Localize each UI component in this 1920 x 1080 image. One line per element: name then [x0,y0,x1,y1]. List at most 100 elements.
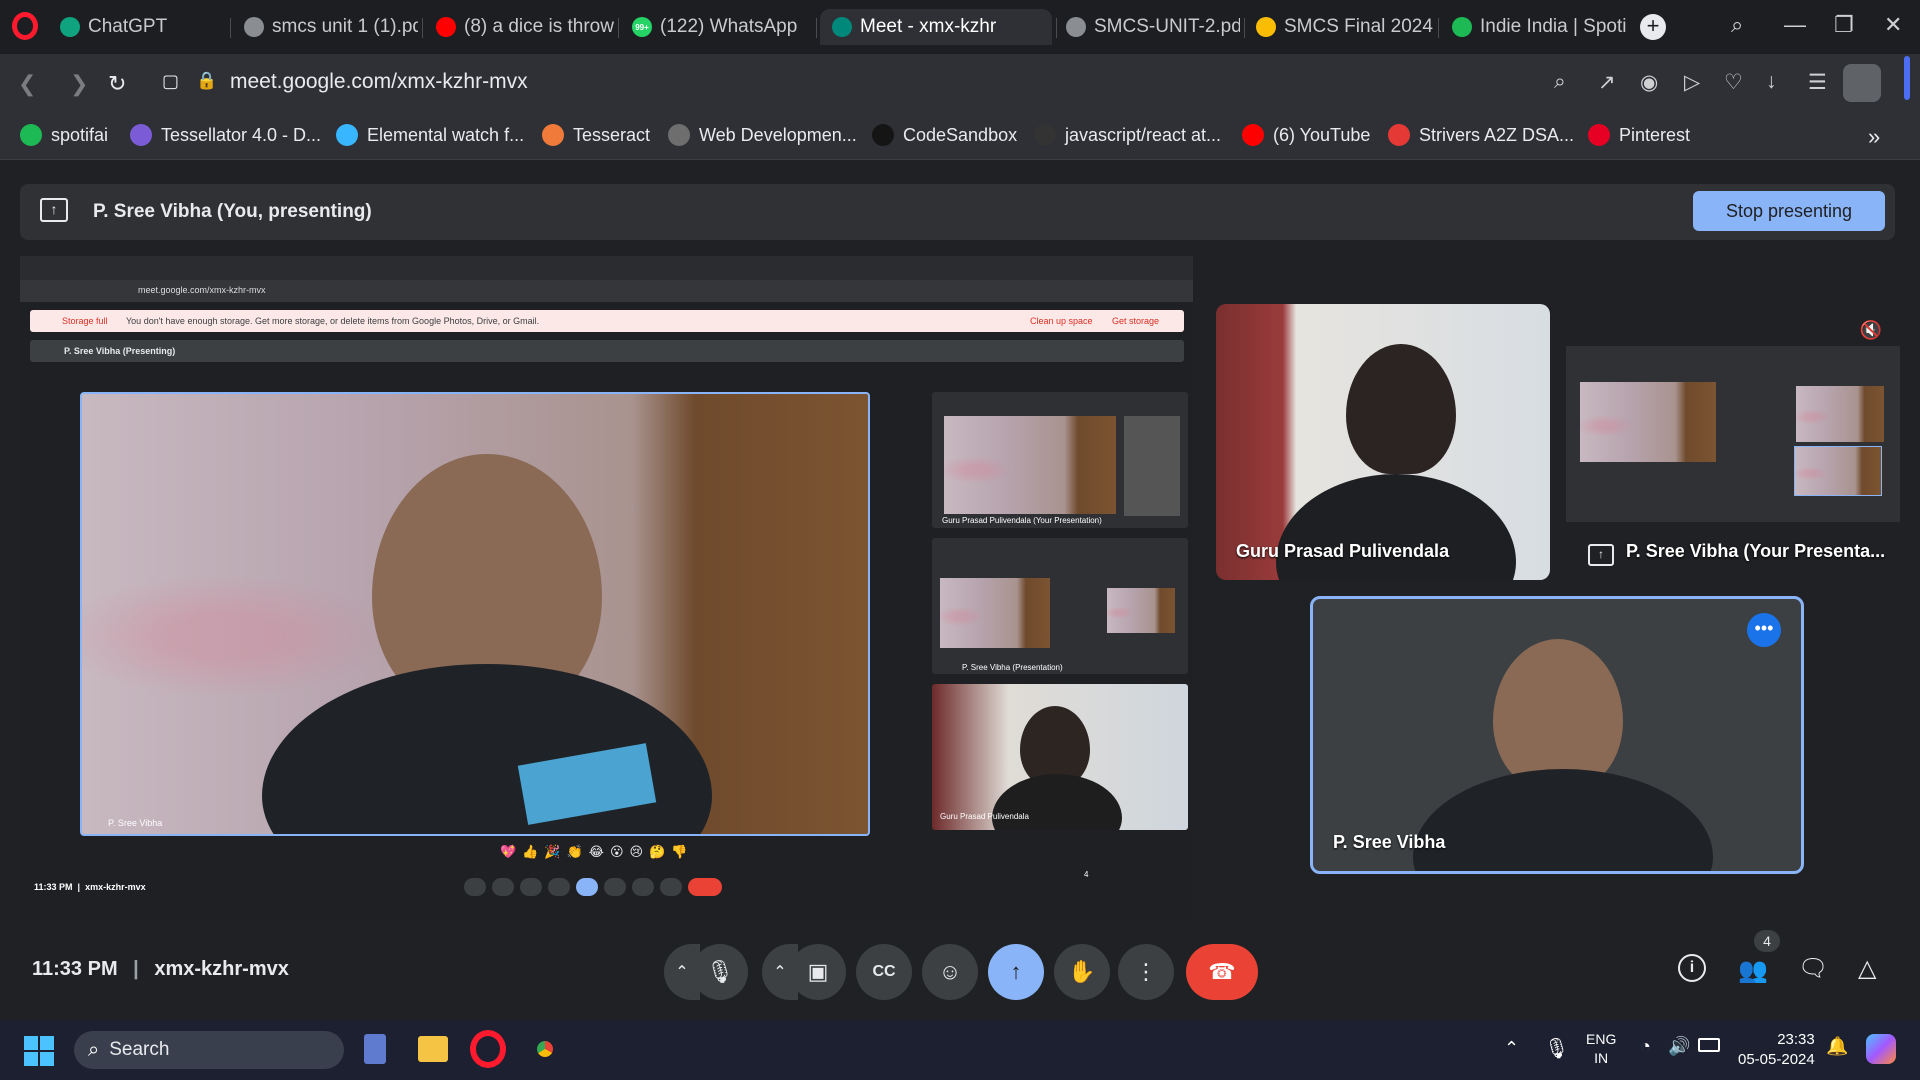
chrome-taskbar-icon[interactable] [528,1032,562,1066]
participant-tile-guru[interactable]: Guru Prasad Pulivendala [1216,304,1550,580]
search-tabs-icon[interactable]: ⌕ [1731,12,1743,38]
tab-2[interactable]: (8) a dice is throw [424,9,614,45]
notification-bell-icon[interactable]: 🔔 [1826,1036,1848,1057]
tray-chevron-icon[interactable]: ⌃ [1504,1038,1519,1059]
captions-button[interactable]: CC [856,944,912,1000]
forward-icon[interactable]: ❯ [70,71,88,97]
back-icon[interactable]: ❮ [18,71,36,97]
emoji-reactions-button[interactable]: ☺ [922,944,978,1000]
bookmark-5[interactable]: CodeSandbox [872,124,1017,146]
battery-icon[interactable] [1698,1038,1720,1052]
shared-presenting-label: P. Sree Vibha (Presenting) [64,346,176,356]
tab-title: Indie India | Spoti [1480,16,1627,37]
file-explorer-icon[interactable] [418,1036,448,1062]
more-options-icon[interactable]: ••• [1747,613,1781,647]
clean-up-link[interactable]: Clean up space [1030,316,1093,326]
reaction-emoji[interactable]: 😢 [630,844,644,864]
heart-icon[interactable]: ♡ [1724,70,1743,95]
shared-addressbar: meet.google.com/xmx-kzhr-mvx [20,280,1193,302]
lock-icon[interactable]: 🔒 [196,71,217,91]
bookmark-icon [130,124,152,146]
meeting-details-icon[interactable]: i [1678,954,1706,982]
bookmark-label: Elemental watch f... [367,124,525,145]
camera-button[interactable]: ▣ [790,944,846,1000]
tab-0[interactable]: ChatGPT [48,9,226,45]
more-options-button[interactable]: ⋮ [1118,944,1174,1000]
url-field[interactable]: meet.google.com/xmx-kzhr-mvx [230,70,528,94]
bookmark-7[interactable]: (6) YouTube [1242,124,1370,146]
bookmark-1[interactable]: Tessellator 4.0 - D... [130,124,321,146]
minimize-icon[interactable]: — [1784,12,1806,38]
present-now-button[interactable]: ↑ [988,944,1044,1000]
whatsapp-icon: 99+ [632,17,652,37]
windows-start-icon[interactable] [24,1036,54,1066]
reaction-emoji[interactable]: 💖 [500,844,516,864]
bookmark-label: Tesseract [573,124,651,145]
reaction-emoji[interactable]: 👍 [522,844,538,864]
raise-hand-button[interactable]: ✋ [1054,944,1110,1000]
shared-participant-count: 4 [1084,870,1089,879]
opera-taskbar-icon[interactable] [470,1030,506,1068]
reaction-emoji[interactable]: 😮 [610,844,624,864]
language-indicator[interactable]: ENG IN [1586,1030,1616,1068]
activities-icon[interactable]: △ [1858,954,1876,983]
meeting-time: 11:33 PM [32,958,118,980]
present-screen-icon: ↑ [40,198,68,222]
tray-mic-icon[interactable]: 🎙 [1544,1036,1569,1061]
reaction-emoji[interactable]: 👎 [671,844,687,864]
clock[interactable]: 23:33 05-05-2024 [1738,1030,1815,1070]
send-icon[interactable]: ▷ [1684,70,1700,95]
reaction-emoji[interactable]: 🎉 [544,844,560,864]
tab-5[interactable]: SMCS-UNIT-2.pdf [1054,9,1240,45]
people-icon[interactable]: 👥 [1738,956,1768,985]
tab-title: (122) WhatsApp [660,16,798,37]
more-bookmarks-icon[interactable]: » [1868,124,1880,150]
get-storage-link[interactable]: Get storage [1112,316,1159,326]
leave-call-button[interactable]: ☎ [1186,944,1258,1000]
shared-main-video: P. Sree Vibha [80,392,870,836]
camera-permission-icon[interactable]: ▢ [162,71,179,92]
snapshot-icon[interactable]: ◉ [1640,70,1658,95]
opera-menu-icon[interactable] [12,12,38,40]
shared-screen: meet.google.com/xmx-kzhr-mvx Storage ful… [20,256,1193,976]
chat-icon[interactable]: 🗨 [1798,954,1828,983]
tab-3[interactable]: 99+ (122) WhatsApp [620,9,812,45]
download-icon[interactable]: ↓ [1766,70,1777,94]
profile-icon[interactable] [1843,64,1881,102]
close-window-icon[interactable]: ✕ [1884,12,1902,38]
copilot-icon[interactable] [1866,1034,1896,1064]
lang-line-1: ENG [1586,1031,1617,1047]
tab-4[interactable]: Meet - xmx-kzhr [820,9,1052,45]
bookmark-6[interactable]: javascript/react at... [1034,124,1221,146]
microphone-button[interactable]: 🎙 [692,944,748,1000]
participant-tile-self[interactable]: ••• P. Sree Vibha [1310,596,1804,874]
bookmark-0[interactable]: spotifai [20,124,108,146]
reload-icon[interactable]: ↻ [108,71,126,97]
stop-presenting-button[interactable]: Stop presenting [1693,191,1885,231]
taskbar-search[interactable]: ⌕ Search [74,1031,344,1069]
tab-1[interactable]: smcs unit 1 (1).pdf [232,9,418,45]
wifi-icon[interactable]: ◔ [1640,1036,1651,1057]
reaction-emoji[interactable]: 😂 [589,844,604,864]
volume-icon[interactable]: 🔊 [1668,1036,1690,1057]
shared-thumb1-name: Guru Prasad Pulivendala (Your Presentati… [942,516,1102,525]
new-tab-button[interactable]: + [1640,14,1666,40]
share-icon[interactable]: ↗ [1598,70,1616,95]
shared-url: meet.google.com/xmx-kzhr-mvx [138,285,266,295]
bookmark-4[interactable]: Web Developmen... [668,124,857,146]
bookmark-8[interactable]: Strivers A2Z DSA... [1388,124,1574,146]
participant-tile-presentation[interactable]: 🔇 ↑ P. Sree Vibha (Your Presenta... [1566,304,1900,580]
bookmark-2[interactable]: Elemental watch f... [336,124,524,146]
bookmark-3[interactable]: Tesseract [542,124,650,146]
search-page-icon[interactable]: ⌕ [1554,70,1566,94]
tab-6[interactable]: SMCS Final 2024 [1244,9,1434,45]
bookmark-9[interactable]: Pinterest [1588,124,1690,146]
bookmark-icon [542,124,564,146]
menu-lines-icon[interactable]: ☰ [1808,70,1827,95]
reaction-emoji[interactable]: 🤔 [649,844,665,864]
calculator-icon[interactable] [364,1034,386,1064]
reaction-emoji[interactable]: 👏 [567,844,583,864]
tab-separator [422,18,423,38]
tab-7[interactable]: Indie India | Spoti [1440,9,1636,45]
restore-icon[interactable]: ❐ [1834,12,1854,38]
